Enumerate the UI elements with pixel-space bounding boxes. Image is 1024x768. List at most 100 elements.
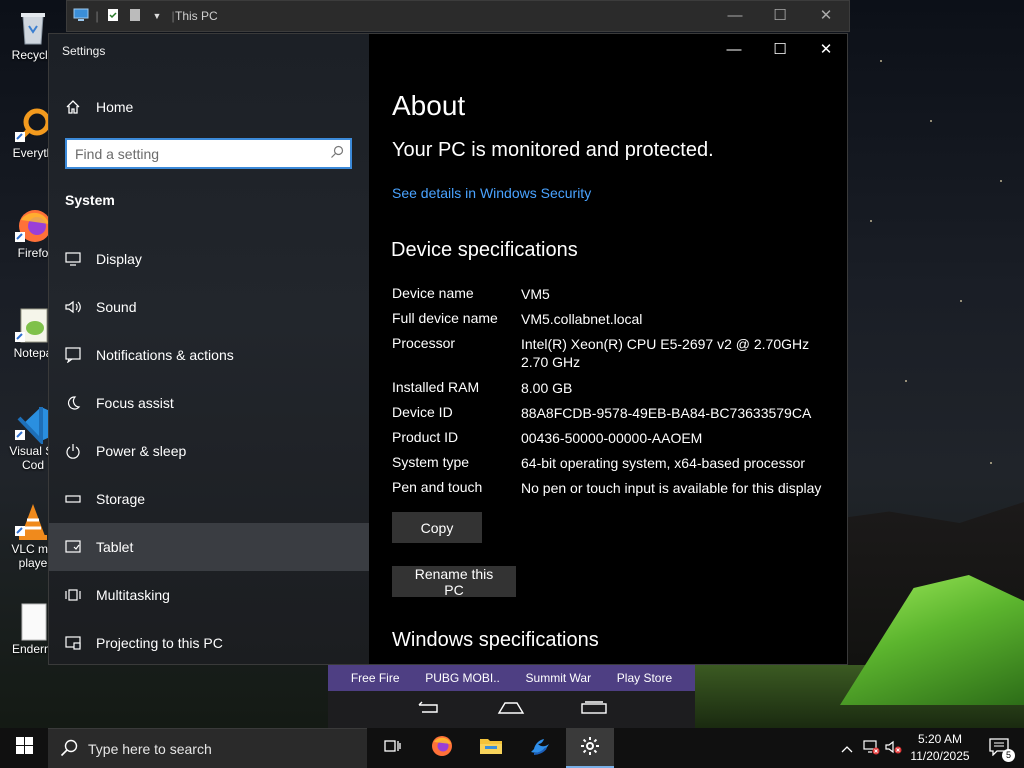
nav-notifications[interactable]: Notifications & actions xyxy=(49,331,369,379)
new-folder-icon[interactable] xyxy=(127,8,143,24)
tablet-icon xyxy=(49,539,96,555)
nav-power-sleep[interactable]: Power & sleep xyxy=(49,427,369,475)
windows-logo-icon xyxy=(15,737,33,759)
taskbar: Type here to search 5:20 AM 11/20/2025 5 xyxy=(0,728,1024,768)
folder-icon xyxy=(479,736,503,761)
firefox-icon xyxy=(13,206,53,246)
file-explorer-window[interactable]: | ▼ | This PC — ☐ ✕ xyxy=(66,0,850,32)
volume-muted-icon[interactable] xyxy=(882,739,904,758)
app-play-store[interactable]: Play Store xyxy=(617,671,672,685)
network-disconnected-icon[interactable] xyxy=(860,739,882,758)
app-summit-war[interactable]: Summit War xyxy=(526,671,592,685)
emulator-nav-bar xyxy=(328,691,695,728)
nav-storage[interactable]: Storage xyxy=(49,475,369,523)
explorer-close-button[interactable]: ✕ xyxy=(803,5,849,29)
taskbar-search-box[interactable]: Type here to search xyxy=(48,728,367,768)
protection-status: Your PC is monitored and protected. xyxy=(392,139,714,161)
nav-tablet-label: Tablet xyxy=(96,539,134,555)
taskbar-firefox[interactable] xyxy=(418,728,466,768)
spec-value: 88A8FCDB-9578-49EB-BA84-BC73633579CA xyxy=(521,405,812,421)
power-icon xyxy=(49,443,96,459)
taskbar-app-bird[interactable] xyxy=(516,728,564,768)
nav-projecting[interactable]: Projecting to this PC xyxy=(49,619,369,667)
clock[interactable]: 5:20 AM 11/20/2025 xyxy=(902,731,978,765)
customize-toolbar-dropdown-icon[interactable]: ▼ xyxy=(149,8,165,24)
emulator-app-bar: Free Fire PUBG MOBI.. Summit War Play St… xyxy=(328,665,695,691)
notification-count-badge: 5 xyxy=(1002,749,1015,762)
windows-specifications-heading: Windows specifications xyxy=(392,629,599,651)
recents-icon[interactable] xyxy=(580,701,608,718)
nav-focus-assist[interactable]: Focus assist xyxy=(49,379,369,427)
spec-value: 00436-50000-00000-AAOEM xyxy=(521,430,703,446)
back-icon[interactable] xyxy=(416,701,442,718)
this-pc-icon xyxy=(73,8,89,24)
close-button[interactable]: ✕ xyxy=(803,38,847,62)
notification-icon xyxy=(49,347,96,363)
home-icon xyxy=(49,99,96,115)
copy-button[interactable]: Copy xyxy=(392,512,482,543)
clock-time: 5:20 AM xyxy=(917,732,963,746)
clock-date: 11/20/2025 xyxy=(910,749,970,763)
properties-icon[interactable] xyxy=(105,8,121,24)
android-emulator-window: Free Fire PUBG MOBI.. Summit War Play St… xyxy=(328,665,695,728)
spec-key: Full device name xyxy=(392,310,498,326)
firefox-icon xyxy=(430,734,454,763)
action-center-button[interactable]: 5 xyxy=(980,728,1020,768)
notification-icon: 5 xyxy=(989,738,1015,762)
storage-icon xyxy=(49,494,96,504)
nav-power-sleep-label: Power & sleep xyxy=(96,443,187,459)
spec-value: VM5.collabnet.local xyxy=(521,311,643,327)
vscode-icon xyxy=(13,404,53,446)
spec-value: VM5 xyxy=(521,286,550,302)
home-icon[interactable] xyxy=(497,701,525,718)
separator: | xyxy=(95,9,99,23)
spec-key: Pen and touch xyxy=(392,479,483,495)
nav-sound-label: Sound xyxy=(96,299,137,315)
explorer-minimize-button[interactable]: — xyxy=(712,5,758,29)
app-free-fire[interactable]: Free Fire xyxy=(351,671,400,685)
spec-key: Device ID xyxy=(392,404,453,420)
maximize-button[interactable]: ☐ xyxy=(757,38,803,62)
nav-multitasking-label: Multitasking xyxy=(96,587,170,603)
page-title: About xyxy=(392,90,466,121)
section-title-system: System xyxy=(65,192,115,208)
about-content-pane: — ☐ ✕ About Your PC is monitored and pro… xyxy=(369,34,847,664)
spec-value: 8.00 GB xyxy=(521,380,573,396)
speaker-icon xyxy=(49,299,96,315)
nav-display[interactable]: Display xyxy=(49,235,369,283)
settings-search-box[interactable] xyxy=(65,138,352,169)
spec-value: No pen or touch input is available for t… xyxy=(521,480,822,496)
nav-notifications-label: Notifications & actions xyxy=(96,347,234,363)
spec-key: Product ID xyxy=(392,429,459,445)
windows-security-link[interactable]: See details in Windows Security xyxy=(392,185,591,201)
rename-pc-button[interactable]: Rename this PC xyxy=(392,566,516,598)
settings-sidebar: Settings Home System Display Sound Notif… xyxy=(49,34,369,664)
search-icon xyxy=(60,739,78,762)
chevron-up-icon[interactable] xyxy=(838,741,856,756)
nav-multitasking[interactable]: Multitasking xyxy=(49,571,369,619)
spec-key: Installed RAM xyxy=(392,379,480,395)
nav-storage-label: Storage xyxy=(96,491,146,507)
task-view-icon xyxy=(383,738,401,759)
task-view-button[interactable] xyxy=(368,728,416,768)
explorer-maximize-button[interactable]: ☐ xyxy=(757,5,803,29)
nav-home-label: Home xyxy=(96,99,134,115)
multitasking-icon xyxy=(49,587,96,603)
settings-search-input[interactable] xyxy=(75,145,315,163)
taskbar-file-explorer[interactable] xyxy=(467,728,515,768)
app-pubg-mobile[interactable]: PUBG MOBI.. xyxy=(425,671,500,685)
vlc-icon xyxy=(13,502,53,542)
start-button[interactable] xyxy=(0,728,48,768)
window-title: Settings xyxy=(62,44,106,58)
nav-home[interactable]: Home xyxy=(49,83,369,131)
minimize-button[interactable]: — xyxy=(711,38,757,62)
taskbar-settings[interactable] xyxy=(566,728,614,768)
taskbar-search-placeholder: Type here to search xyxy=(88,741,212,757)
bird-app-icon xyxy=(528,734,552,763)
nav-tablet[interactable]: Tablet xyxy=(49,523,369,571)
nav-focus-assist-label: Focus assist xyxy=(96,395,174,411)
settings-window: Settings Home System Display Sound Notif… xyxy=(48,33,848,665)
device-specifications-heading: Device specifications xyxy=(391,239,578,261)
monitor-icon xyxy=(49,252,96,266)
nav-sound[interactable]: Sound xyxy=(49,283,369,331)
